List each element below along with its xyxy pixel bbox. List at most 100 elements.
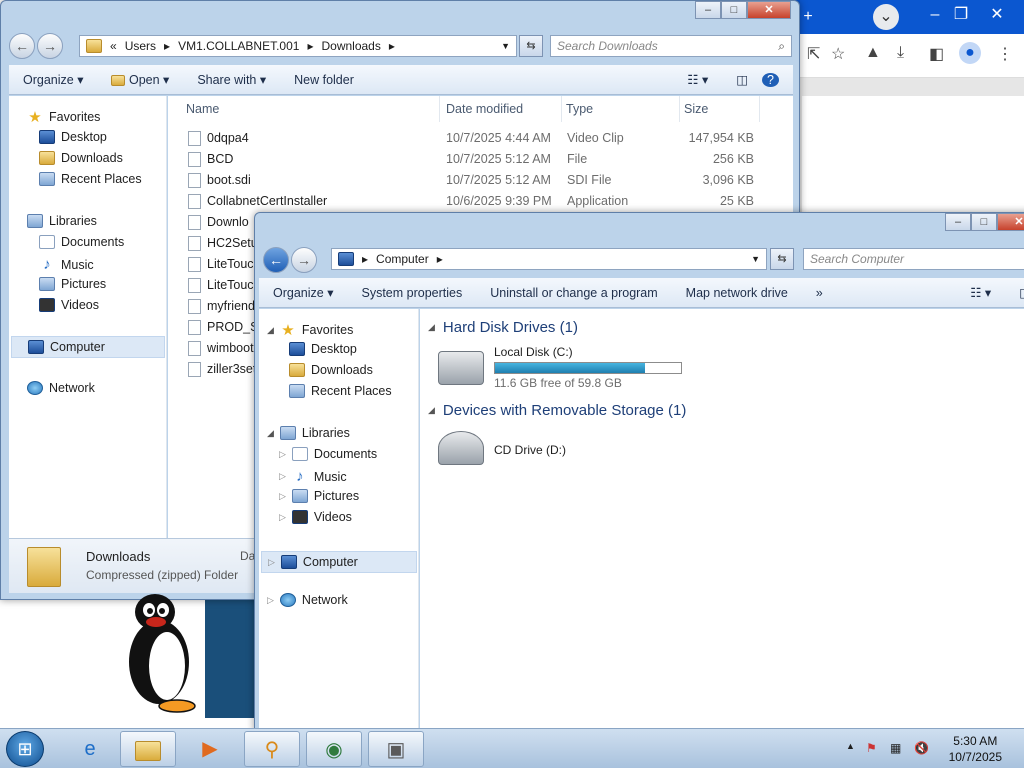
nav-downloads[interactable]: Downloads (289, 363, 373, 377)
close-icon[interactable]: ✕ (747, 1, 791, 19)
file-explorer-icon[interactable] (120, 731, 176, 767)
group-hard-disk-drives[interactable]: ◢ Hard Disk Drives (1) (428, 319, 578, 336)
close-icon[interactable]: ✕ (997, 213, 1024, 231)
nav-downloads[interactable]: Downloads (39, 151, 123, 165)
nav-recent-places[interactable]: Recent Places (39, 172, 142, 186)
help-icon[interactable]: ? (762, 72, 779, 87)
clock[interactable]: 5:30 AM 10/7/2025 (949, 733, 1002, 765)
uninstall-program-button[interactable]: Uninstall or change a program (476, 286, 671, 300)
tray-chevron-icon[interactable]: ▲ (846, 741, 855, 751)
nav-computer[interactable]: ▷ Computer (261, 551, 417, 573)
chrome-icon[interactable]: ◉ (306, 731, 362, 767)
volume-muted-icon[interactable]: 🔇 (914, 741, 929, 755)
history-dropdown-icon[interactable]: ▼ (751, 254, 760, 264)
nav-videos[interactable]: Videos (39, 298, 99, 312)
breadcrumb-computer[interactable]: Computer (376, 252, 429, 266)
restore-icon[interactable]: ❐ (949, 2, 973, 28)
file-row[interactable]: BCD 10/7/2025 5:12 AM File 256 KB (168, 149, 788, 170)
maximize-icon[interactable]: □ (721, 1, 747, 19)
minimize-icon[interactable]: – (695, 1, 721, 19)
refresh-icon[interactable]: ⇆ (770, 248, 794, 270)
organize-button[interactable]: Organize ▾ (9, 72, 97, 87)
browser-tab-strip[interactable]: + ⌄ – ❐ ✕ (795, 0, 1024, 34)
preview-pane-icon[interactable]: ◫ (1005, 285, 1024, 300)
preview-pane-icon[interactable]: ◫ (722, 72, 762, 87)
nav-libraries[interactable]: ◢ Libraries (267, 426, 350, 440)
address-bar[interactable]: « Users ▸ VM1.COLLABNET.001 ▸ Downloads … (79, 35, 517, 57)
file-name: LiteTouc (188, 254, 254, 275)
new-folder-button[interactable]: New folder (280, 73, 368, 87)
address-bar[interactable]: ▸ Computer ▸ ▼ (331, 248, 767, 270)
nav-documents[interactable]: Documents (39, 235, 124, 249)
breadcrumb-users[interactable]: Users (125, 39, 156, 53)
group-removable-storage[interactable]: ◢ Devices with Removable Storage (1) (428, 402, 686, 419)
forward-button[interactable]: → (291, 247, 317, 273)
nav-music[interactable]: ♪ Music (39, 256, 93, 273)
nav-network[interactable]: ▷ Network (267, 593, 348, 607)
share-with-button[interactable]: Share with ▾ (183, 72, 280, 87)
file-date: 10/7/2025 4:44 AM (446, 131, 551, 145)
nav-videos[interactable]: ▷ Videos (279, 510, 352, 524)
menu-icon[interactable]: ⋮ (997, 44, 1013, 64)
app-icon[interactable]: ▣ (368, 731, 424, 767)
file-row[interactable]: CollabnetCertInstaller 10/6/2025 9:39 PM… (168, 191, 788, 212)
profile-avatar-icon[interactable]: ● (959, 42, 981, 64)
nav-network[interactable]: Network (27, 381, 95, 395)
action-center-icon[interactable]: ⚑ (866, 741, 877, 755)
nav-pictures[interactable]: Pictures (39, 277, 106, 291)
column-size[interactable]: Size (680, 96, 760, 122)
view-options-icon[interactable]: ☷ ▾ (956, 285, 1005, 300)
tab-search-icon[interactable]: ⌄ (873, 4, 899, 30)
search-magnifier-icon[interactable]: ⚲ (244, 731, 300, 767)
minimize-icon[interactable]: – (945, 213, 971, 231)
refresh-icon[interactable]: ⇆ (519, 35, 543, 57)
nav-libraries[interactable]: Libraries (27, 214, 97, 228)
nav-desktop[interactable]: Desktop (39, 130, 107, 144)
nav-favorites[interactable]: ★ Favorites (27, 108, 100, 126)
nav-favorites[interactable]: ◢ ★ Favorites (267, 321, 353, 339)
organize-button[interactable]: Organize ▾ (259, 285, 347, 300)
column-name[interactable]: Name (182, 96, 440, 122)
column-date-modified[interactable]: Date modified (442, 96, 562, 122)
start-button[interactable]: ⊞ (6, 731, 44, 767)
hard-drive-icon (438, 351, 484, 385)
back-button[interactable]: ← (263, 247, 289, 273)
cd-drive-icon (438, 431, 484, 465)
cd-drive-d[interactable]: CD Drive (D:) (438, 431, 566, 465)
map-network-drive-button[interactable]: Map network drive (672, 286, 802, 300)
history-dropdown-icon[interactable]: ▼ (501, 41, 510, 51)
minimize-icon[interactable]: – (923, 2, 947, 28)
back-button[interactable]: ← (9, 33, 35, 59)
share-icon[interactable]: ⇱ (807, 44, 820, 64)
breadcrumb-downloads[interactable]: Downloads (321, 39, 380, 53)
internet-explorer-icon[interactable]: e (62, 731, 118, 767)
open-button[interactable]: Open ▾ (97, 72, 183, 87)
nav-desktop[interactable]: Desktop (289, 342, 357, 356)
breadcrumb-user[interactable]: VM1.COLLABNET.001 (178, 39, 299, 53)
media-player-icon[interactable]: ▶ (182, 731, 238, 767)
network-tray-icon[interactable]: ▦ (890, 741, 901, 755)
system-properties-button[interactable]: System properties (347, 286, 476, 300)
search-input[interactable]: Search Downloads ⌕ (550, 35, 792, 57)
nav-recent-places[interactable]: Recent Places (289, 384, 392, 398)
download-icon[interactable]: ⤓ (897, 44, 904, 62)
breadcrumb-overflow[interactable]: « (110, 39, 117, 53)
more-commands-button[interactable]: » (802, 286, 837, 300)
file-date: 10/7/2025 5:12 AM (446, 152, 551, 166)
search-input[interactable]: Search Computer (803, 248, 1024, 270)
forward-button[interactable]: → (37, 33, 63, 59)
file-row[interactable]: 0dqpa4 10/7/2025 4:44 AM Video Clip 147,… (168, 128, 788, 149)
close-icon[interactable]: ✕ (985, 2, 1009, 28)
nav-documents[interactable]: ▷ Documents (279, 447, 377, 461)
view-options-icon[interactable]: ☷ ▾ (673, 72, 722, 87)
maximize-icon[interactable]: □ (971, 213, 997, 231)
column-type[interactable]: Type (562, 96, 680, 122)
extension-icon[interactable]: ▲ (865, 44, 881, 62)
local-disk-c[interactable]: Local Disk (C:) 11.6 GB free of 59.8 GB (438, 345, 682, 390)
nav-computer[interactable]: Computer (11, 336, 165, 358)
nav-pictures[interactable]: ▷ Pictures (279, 489, 359, 503)
sidebar-icon[interactable]: ◧ (929, 44, 944, 64)
file-row[interactable]: boot.sdi 10/7/2025 5:12 AM SDI File 3,09… (168, 170, 788, 191)
nav-music[interactable]: ▷ ♪ Music (279, 468, 347, 485)
bookmark-star-icon[interactable]: ☆ (831, 44, 845, 64)
